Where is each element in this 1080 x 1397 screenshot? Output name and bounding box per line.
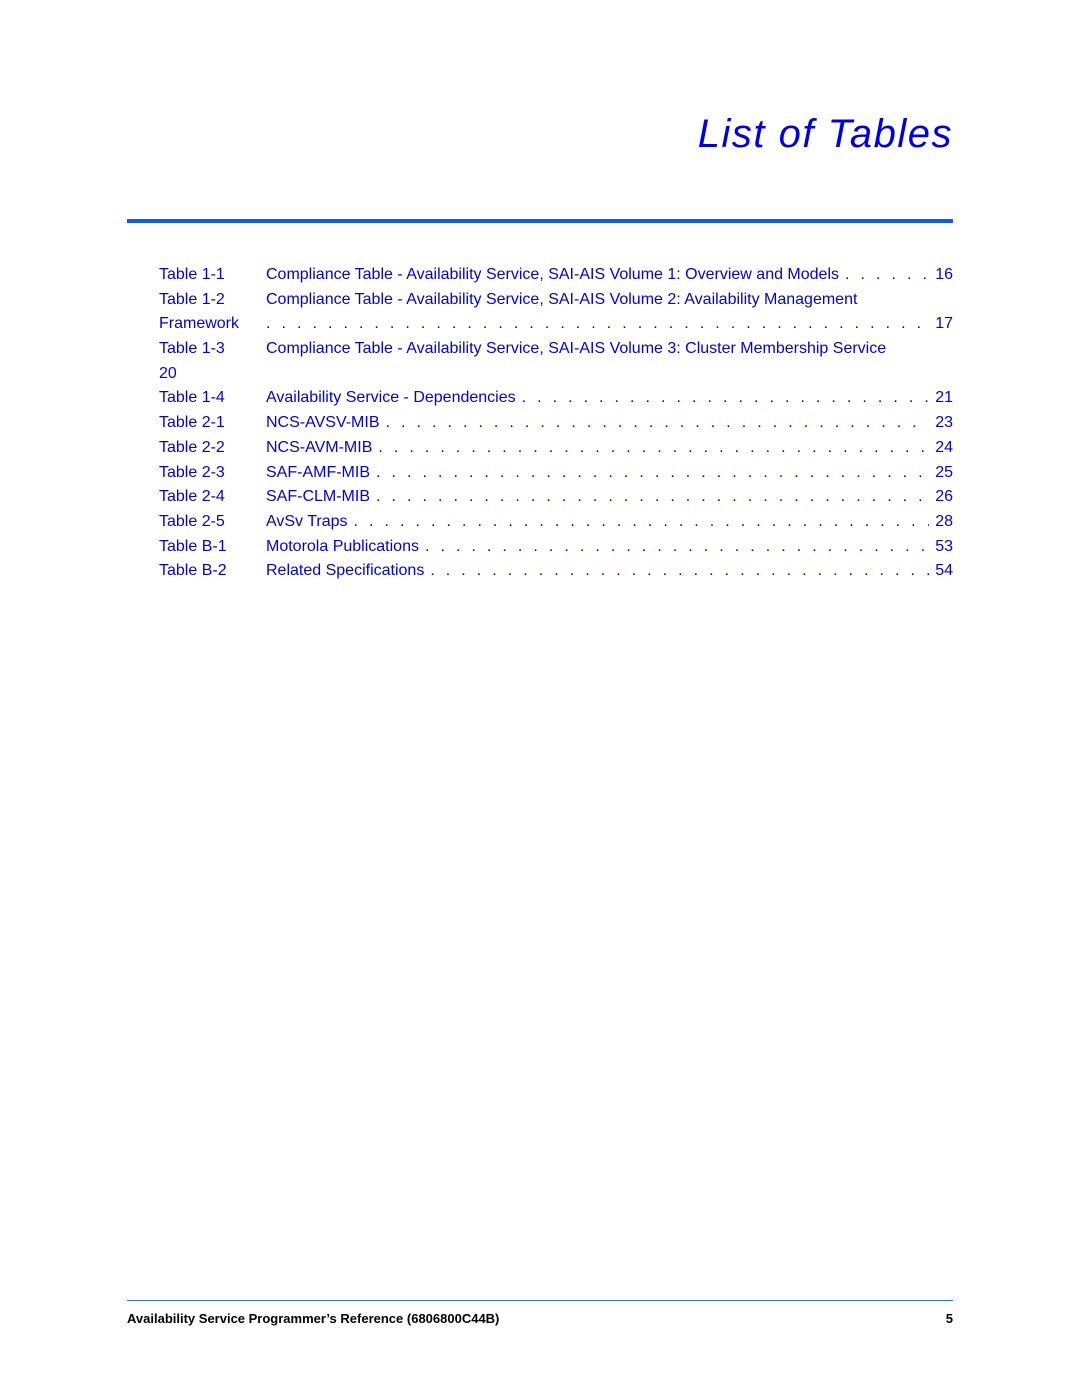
toc-entry-page[interactable]: 24 [935,436,953,461]
toc-entry[interactable]: Table 1-2 Compliance Table - Availabilit… [159,288,953,313]
toc-entry-page[interactable]: 26 [935,485,953,510]
toc-entry[interactable]: Table 2-2 NCS-AVM-MIB . . . . . . . . . … [159,436,953,461]
toc-entry[interactable]: Table 2-1 NCS-AVSV-MIB . . . . . . . . .… [159,411,953,436]
toc-entry[interactable]: Table 2-3 SAF-AMF-MIB . . . . . . . . . … [159,461,953,486]
toc-entry-label[interactable]: Table 1-4 [159,386,266,411]
dot-leader: . . . . . . . . . . . . . . . . . . . . … [430,562,929,580]
dot-leader: . . . . . . . . . . . . . . . . . . . . … [266,315,929,333]
toc-entry-label[interactable]: Table 2-2 [159,436,266,461]
toc-entry-continuation[interactable]: Framework . . . . . . . . . . . . . . . … [159,312,953,337]
toc-entry-title[interactable]: Compliance Table - Availability Service,… [266,288,857,313]
toc-entry-label[interactable]: Table 2-3 [159,461,266,486]
toc-entry-title[interactable]: Compliance Table - Availability Service,… [266,263,839,288]
dot-leader: . . . . . . . . . . . . . . . . . . . . … [376,488,929,506]
dot-leader: . . . . . . . . . . . . . . . . . . . . … [378,438,929,456]
toc-entry-page[interactable]: 23 [935,411,953,436]
toc-entry-title[interactable]: SAF-AMF-MIB [266,461,370,486]
toc-entry-page[interactable]: 21 [935,386,953,411]
title-divider [127,219,953,223]
toc-entry-label[interactable]: Table 2-5 [159,510,266,535]
toc-entry-page[interactable]: 54 [935,559,953,584]
toc-entry-page[interactable]: 25 [935,461,953,486]
toc-entry-title[interactable]: Compliance Table - Availability Service,… [266,337,886,362]
toc-entry-page[interactable]: 53 [935,535,953,560]
dot-leader: . . . . . . . . . . . . . . . . . . . . … [385,414,930,432]
toc-entry-label[interactable]: Table 2-1 [159,411,266,436]
page-title: List of Tables [697,112,953,156]
toc-entry[interactable]: Table 2-5 AvSv Traps . . . . . . . . . .… [159,510,953,535]
dot-leader: . . . . . . . . . . . . . . . . . . . . … [845,266,929,283]
toc-entry-label[interactable]: Table B-1 [159,535,266,560]
toc-entry-title[interactable]: AvSv Traps [266,510,348,535]
dot-leader: . . . . . . . . . . . . . . . . . . . . … [353,512,930,530]
list-of-tables: Table 1-1 Compliance Table - Availabilit… [159,263,953,584]
dot-leader: . . . . . . . . . . . . . . . . . . . . … [424,537,929,555]
footer-document-title: Availability Service Programmer’s Refere… [127,1311,500,1326]
dot-leader: . . . . . . . . . . . . . . . . . . . . … [521,389,930,407]
toc-entry-wrap-text[interactable]: Framework [159,312,266,337]
toc-entry-title[interactable]: SAF-CLM-MIB [266,485,370,510]
toc-entry-page[interactable]: 16 [935,263,953,288]
toc-entry[interactable]: Table 1-1 Compliance Table - Availabilit… [159,263,953,288]
footer-page-number: 5 [945,1311,953,1326]
toc-entry-page[interactable]: 17 [935,312,953,337]
toc-entry-label[interactable]: Table 1-1 [159,263,266,288]
toc-entry-title[interactable]: NCS-AVM-MIB [266,436,372,461]
toc-entry[interactable]: Table B-1 Motorola Publications . . . . … [159,535,953,560]
toc-entry-label[interactable]: Table 1-2 [159,288,266,313]
toc-entry-label[interactable]: Table 2-4 [159,485,266,510]
dot-leader: . . . . . . . . . . . . . . . . . . . . … [376,463,929,481]
toc-entry-page[interactable]: 28 [935,510,953,535]
toc-entry[interactable]: Table B-2 Related Specifications . . . .… [159,559,953,584]
footer-divider [127,1300,953,1301]
toc-entry-page[interactable]: 20 [159,362,266,387]
toc-entry-title[interactable]: Availability Service - Dependencies [266,386,516,411]
toc-entry-label[interactable]: Table B-2 [159,559,266,584]
toc-entry[interactable]: Table 2-4 SAF-CLM-MIB . . . . . . . . . … [159,485,953,510]
toc-entry[interactable]: Table 1-4 Availability Service - Depende… [159,386,953,411]
toc-entry-title[interactable]: Related Specifications [266,559,424,584]
toc-entry-title[interactable]: NCS-AVSV-MIB [266,411,380,436]
toc-entry[interactable]: Table 1-3 Compliance Table - Availabilit… [159,337,953,362]
toc-entry-continuation[interactable]: 20 [159,362,953,387]
toc-entry-title[interactable]: Motorola Publications [266,535,419,560]
toc-entry-label[interactable]: Table 1-3 [159,337,266,362]
